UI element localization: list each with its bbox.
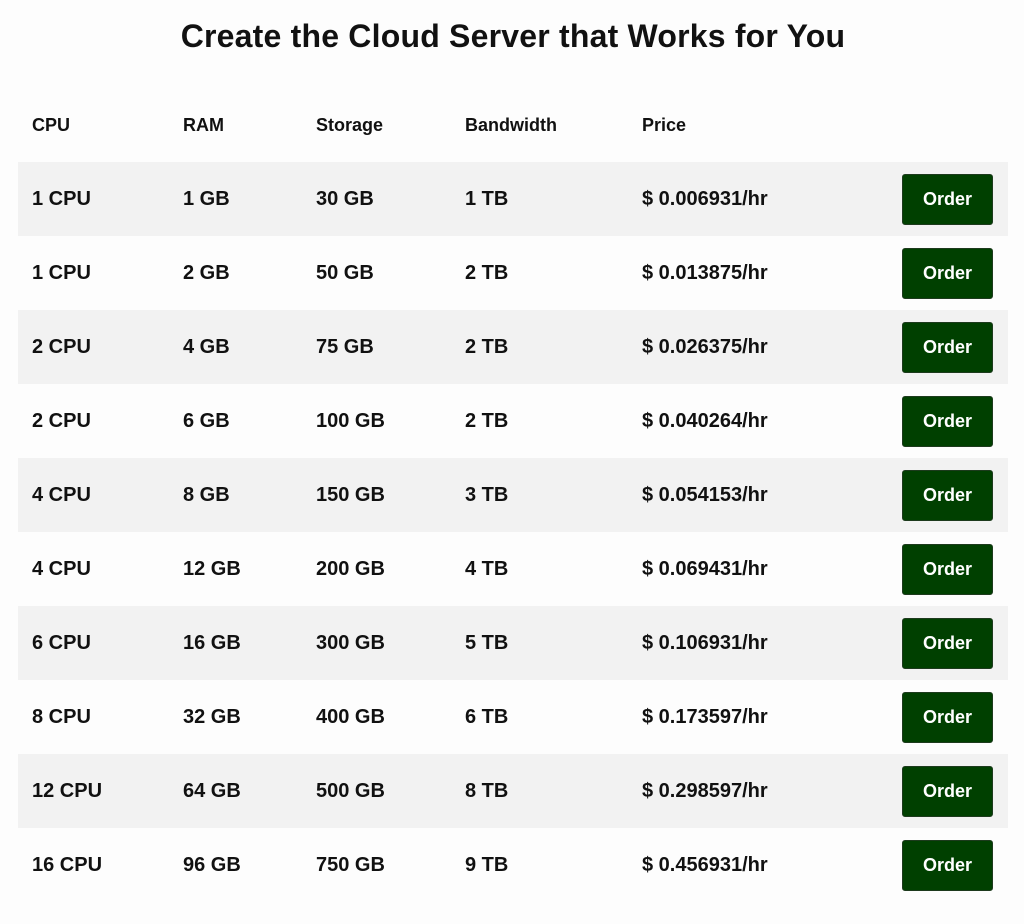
cell-ram: 64 GB xyxy=(183,754,316,828)
cell-action: Order xyxy=(902,310,1008,384)
cell-price: $ 0.106931/hr xyxy=(642,606,902,680)
column-header-bandwidth: Bandwidth xyxy=(465,115,557,135)
order-button[interactable]: Order xyxy=(902,839,993,891)
cell-ram: 32 GB xyxy=(183,680,316,754)
cell-cpu: 1 CPU xyxy=(18,236,183,310)
cell-cpu: 6 CPU xyxy=(18,606,183,680)
cell-action: Order xyxy=(902,162,1008,236)
cell-price: $ 0.054153/hr xyxy=(642,458,902,532)
cell-bandwidth: 2 TB xyxy=(465,236,642,310)
cell-cpu: 4 CPU xyxy=(18,532,183,606)
order-button[interactable]: Order xyxy=(902,617,993,669)
cell-cpu: 1 CPU xyxy=(18,162,183,236)
cell-cpu: 4 CPU xyxy=(18,458,183,532)
column-header-price: Price xyxy=(642,115,687,135)
cell-price: $ 0.173597/hr xyxy=(642,680,902,754)
table-row: 12 CPU 64 GB 500 GB 8 TB $ 0.298597/hr O… xyxy=(18,754,1008,828)
cell-ram: 4 GB xyxy=(183,310,316,384)
cell-price: $ 0.026375/hr xyxy=(642,310,902,384)
cell-storage: 30 GB xyxy=(316,162,465,236)
cell-cpu: 16 CPU xyxy=(18,828,183,902)
cell-bandwidth: 8 TB xyxy=(465,754,642,828)
cell-ram: 16 GB xyxy=(183,606,316,680)
cell-ram: 96 GB xyxy=(183,828,316,902)
cell-cpu: 12 CPU xyxy=(18,754,183,828)
table-row: 6 CPU 16 GB 300 GB 5 TB $ 0.106931/hr Or… xyxy=(18,606,1008,680)
cell-storage: 500 GB xyxy=(316,754,465,828)
cell-storage: 150 GB xyxy=(316,458,465,532)
cell-action: Order xyxy=(902,236,1008,310)
table-row: 8 CPU 32 GB 400 GB 6 TB $ 0.173597/hr Or… xyxy=(18,680,1008,754)
cell-storage: 200 GB xyxy=(316,532,465,606)
cell-bandwidth: 4 TB xyxy=(465,532,642,606)
cell-bandwidth: 2 TB xyxy=(465,310,642,384)
cell-storage: 75 GB xyxy=(316,310,465,384)
column-header-cpu: CPU xyxy=(32,115,71,135)
cell-cpu: 2 CPU xyxy=(18,310,183,384)
order-button[interactable]: Order xyxy=(902,691,993,743)
order-button[interactable]: Order xyxy=(902,321,993,373)
order-button[interactable]: Order xyxy=(902,395,993,447)
column-header-ram: RAM xyxy=(183,115,224,135)
table-row: 1 CPU 1 GB 30 GB 1 TB $ 0.006931/hr Orde… xyxy=(18,162,1008,236)
table-row: 4 CPU 12 GB 200 GB 4 TB $ 0.069431/hr Or… xyxy=(18,532,1008,606)
cell-bandwidth: 1 TB xyxy=(465,162,642,236)
server-pricing-table: CPU RAM Storage Bandwidth Price 1 CPU 1 … xyxy=(18,89,1008,902)
cell-ram: 6 GB xyxy=(183,384,316,458)
cell-storage: 100 GB xyxy=(316,384,465,458)
cell-price: $ 0.013875/hr xyxy=(642,236,902,310)
cell-bandwidth: 9 TB xyxy=(465,828,642,902)
column-header-storage: Storage xyxy=(316,115,384,135)
table-row: 2 CPU 6 GB 100 GB 2 TB $ 0.040264/hr Ord… xyxy=(18,384,1008,458)
page-title: Create the Cloud Server that Works for Y… xyxy=(180,18,846,54)
table-row: 16 CPU 96 GB 750 GB 9 TB $ 0.456931/hr O… xyxy=(18,828,1008,902)
cell-cpu: 2 CPU xyxy=(18,384,183,458)
cell-action: Order xyxy=(902,828,1008,902)
table-row: 4 CPU 8 GB 150 GB 3 TB $ 0.054153/hr Ord… xyxy=(18,458,1008,532)
cell-storage: 750 GB xyxy=(316,828,465,902)
order-button[interactable]: Order xyxy=(902,543,993,595)
cell-price: $ 0.456931/hr xyxy=(642,828,902,902)
order-button[interactable]: Order xyxy=(902,765,993,817)
cell-ram: 1 GB xyxy=(183,162,316,236)
cell-bandwidth: 3 TB xyxy=(465,458,642,532)
cell-bandwidth: 2 TB xyxy=(465,384,642,458)
cell-action: Order xyxy=(902,680,1008,754)
cell-ram: 2 GB xyxy=(183,236,316,310)
cell-action: Order xyxy=(902,532,1008,606)
order-button[interactable]: Order xyxy=(902,173,993,225)
cell-price: $ 0.040264/hr xyxy=(642,384,902,458)
cell-price: $ 0.069431/hr xyxy=(642,532,902,606)
order-button[interactable]: Order xyxy=(902,469,993,521)
order-button[interactable]: Order xyxy=(902,247,993,299)
cell-storage: 50 GB xyxy=(316,236,465,310)
cell-ram: 12 GB xyxy=(183,532,316,606)
cell-price: $ 0.006931/hr xyxy=(642,162,902,236)
table-header-row: CPU RAM Storage Bandwidth Price xyxy=(18,89,1008,162)
cell-bandwidth: 6 TB xyxy=(465,680,642,754)
table-row: 1 CPU 2 GB 50 GB 2 TB $ 0.013875/hr Orde… xyxy=(18,236,1008,310)
cell-bandwidth: 5 TB xyxy=(465,606,642,680)
table-row: 2 CPU 4 GB 75 GB 2 TB $ 0.026375/hr Orde… xyxy=(18,310,1008,384)
cell-action: Order xyxy=(902,458,1008,532)
cell-storage: 300 GB xyxy=(316,606,465,680)
column-header-action xyxy=(902,89,1008,162)
cell-ram: 8 GB xyxy=(183,458,316,532)
cell-action: Order xyxy=(902,606,1008,680)
cell-action: Order xyxy=(902,384,1008,458)
cell-cpu: 8 CPU xyxy=(18,680,183,754)
cell-action: Order xyxy=(902,754,1008,828)
table-body: 1 CPU 1 GB 30 GB 1 TB $ 0.006931/hr Orde… xyxy=(18,162,1008,902)
cell-price: $ 0.298597/hr xyxy=(642,754,902,828)
cell-storage: 400 GB xyxy=(316,680,465,754)
